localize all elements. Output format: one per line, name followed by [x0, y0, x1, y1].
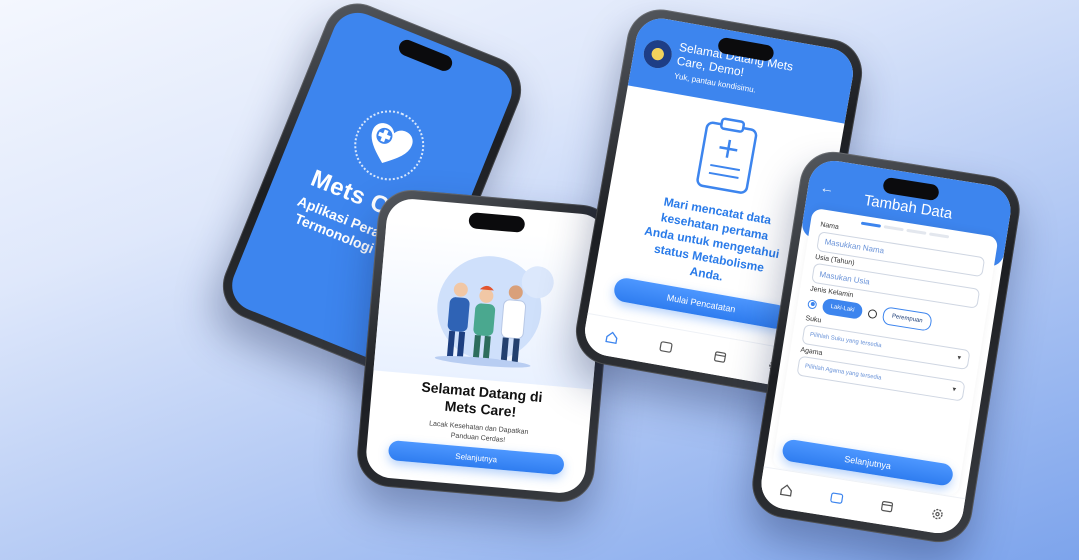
female-radio[interactable]	[867, 308, 878, 319]
home-header: Selamat Datang Mets Care, Demo! Yuk, pan…	[627, 14, 858, 124]
clipboard-icon	[691, 113, 762, 203]
male-option[interactable]: Laki-Laki	[821, 297, 864, 320]
university-emblem-icon	[641, 37, 674, 71]
calendar-nav-icon[interactable]	[879, 498, 895, 514]
doctors-illustration	[373, 220, 606, 390]
bmi-nav-icon[interactable]	[657, 339, 673, 355]
chevron-down-icon: ▼	[950, 386, 958, 394]
onboarding-screen: Selamat Datang di Mets Care! Lacak Keseh…	[364, 196, 608, 496]
add-data-screen: ← Tambah Data Nama Usia (Tahun) Jenis Ke…	[757, 157, 1015, 537]
home-nav-icon[interactable]	[603, 329, 619, 345]
chevron-down-icon: ▼	[955, 355, 963, 363]
religion-placeholder: Pilihlah Agama yang tersedia	[804, 363, 882, 382]
bmi-nav-icon[interactable]	[828, 490, 844, 506]
home-nav-icon[interactable]	[778, 482, 794, 498]
phone-onboarding: Selamat Datang di Mets Care! Lacak Keseh…	[354, 187, 618, 505]
calendar-nav-icon[interactable]	[712, 348, 728, 364]
dynamic-island	[396, 37, 455, 74]
male-radio[interactable]	[807, 298, 818, 310]
heart-plus-logo-icon	[343, 99, 435, 191]
tribe-placeholder: Pilihlah Suku yang tersedia	[809, 331, 882, 350]
settings-gear-icon[interactable]	[929, 506, 945, 522]
